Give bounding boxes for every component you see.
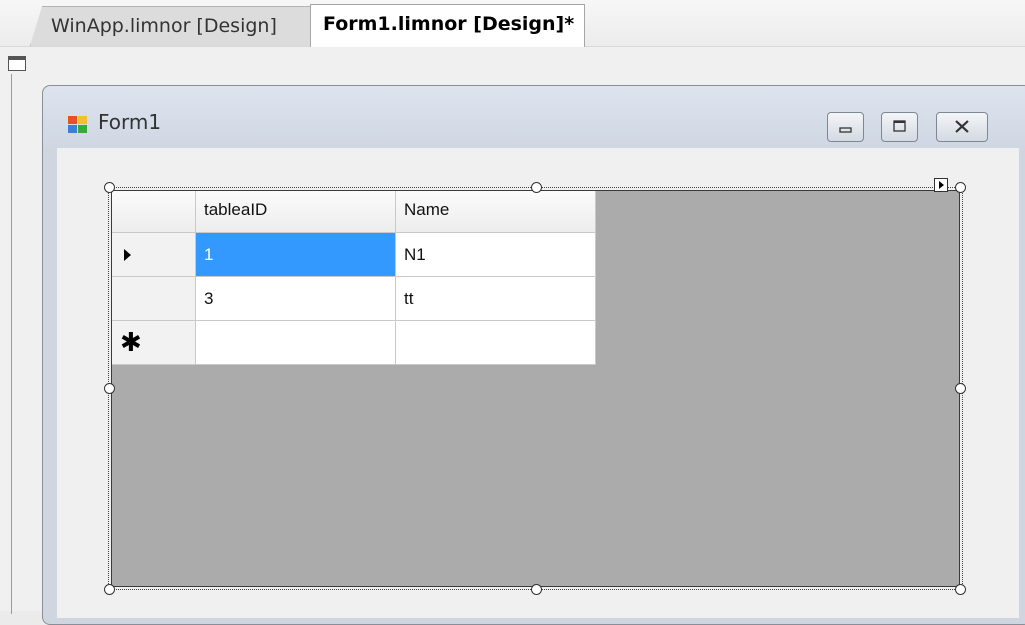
minimize-icon: [828, 113, 863, 141]
resize-handle-sw[interactable]: [104, 584, 115, 595]
close-icon: [937, 113, 987, 141]
smart-tag-icon[interactable]: [934, 178, 948, 192]
cell-value: tt: [404, 289, 414, 308]
current-row-arrow-icon: [124, 249, 131, 261]
grid-cell-name[interactable]: tt: [396, 277, 596, 321]
form-app-icon: [68, 116, 90, 134]
cell-value: 1: [204, 245, 214, 264]
cell-value: N1: [404, 245, 426, 264]
resize-handle-w[interactable]: [104, 383, 115, 394]
form-title: Form1: [98, 110, 162, 134]
form-title-bar: Form1: [43, 86, 1025, 148]
resize-handle-nw[interactable]: [104, 182, 115, 193]
cell-value: 3: [204, 289, 214, 308]
row-header[interactable]: [112, 277, 196, 321]
new-row-star-icon: ✱: [120, 327, 142, 357]
grid-cell-tableaid[interactable]: [196, 321, 396, 365]
resize-handle-ne[interactable]: [955, 182, 966, 193]
minimize-button[interactable]: [827, 112, 864, 142]
column-header-name[interactable]: Name: [396, 191, 596, 233]
row-header[interactable]: [112, 233, 196, 277]
tab-label: Form1.limnor [Design]*: [323, 13, 575, 35]
grid-cell-name[interactable]: [396, 321, 596, 365]
maximize-icon: [882, 113, 917, 141]
resize-handle-s[interactable]: [531, 584, 542, 595]
row-header[interactable]: ✱: [112, 321, 196, 365]
column-header-label: Name: [404, 200, 450, 219]
column-header-label: tableaID: [204, 200, 268, 219]
document-tab-strip: WinApp.limnor [Design] Form1.limnor [Des…: [0, 0, 1025, 47]
resize-handle-n[interactable]: [531, 182, 542, 193]
grid-cell-name[interactable]: N1: [396, 233, 596, 277]
close-button[interactable]: [936, 112, 988, 142]
designer-left-border: [11, 74, 12, 614]
grid-cell-tableaid[interactable]: 3: [196, 277, 396, 321]
grid-corner-header[interactable]: [112, 191, 196, 233]
tab-label: WinApp.limnor [Design]: [51, 15, 277, 37]
tab-winapp-design[interactable]: WinApp.limnor [Design]: [30, 6, 332, 46]
column-header-tableaid[interactable]: tableaID: [196, 191, 396, 233]
resize-handle-e[interactable]: [955, 383, 966, 394]
grid-cell-tableaid[interactable]: 1: [196, 233, 396, 277]
maximize-button[interactable]: [881, 112, 918, 142]
resize-handle-se[interactable]: [955, 584, 966, 595]
component-tray-icon[interactable]: [8, 56, 26, 71]
tab-form1-design[interactable]: Form1.limnor [Design]*: [310, 4, 585, 47]
